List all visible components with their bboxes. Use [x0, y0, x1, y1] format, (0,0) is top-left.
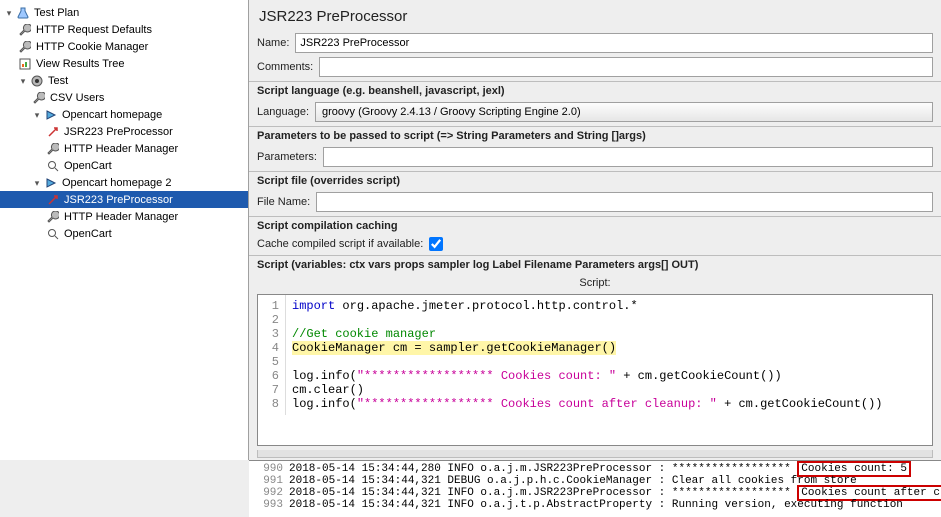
wrench-icon: [46, 142, 60, 156]
panel-title: JSR223 PreProcessor: [249, 0, 941, 31]
tree-item-homepage-1[interactable]: ▾ Opencart homepage: [0, 106, 248, 123]
tree-item-jsr223-2[interactable]: JSR223 PreProcessor: [0, 191, 248, 208]
tree-label: OpenCart: [64, 160, 112, 172]
wrench-icon: [32, 91, 46, 105]
section-language: Script language (e.g. beanshell, javascr…: [249, 81, 941, 100]
filename-input[interactable]: [316, 192, 933, 212]
tree-item-header-mgr-2[interactable]: HTTP Header Manager: [0, 208, 248, 225]
editor-heading: Script:: [249, 274, 941, 292]
filename-label: File Name:: [257, 196, 310, 208]
section-cache: Script compilation caching: [249, 216, 941, 235]
params-label: Parameters:: [257, 151, 317, 163]
tree-label: JSR223 PreProcessor: [64, 126, 173, 138]
tree-item-homepage-2[interactable]: ▾ Opencart homepage 2: [0, 174, 248, 191]
log-line: 9922018-05-14 15:34:44,321 INFO o.a.j.m.…: [255, 487, 935, 499]
tree-label: HTTP Cookie Manager: [36, 41, 148, 53]
log-panel[interactable]: 9902018-05-14 15:34:44,280 INFO o.a.j.m.…: [249, 460, 941, 517]
tree-item-csv-users[interactable]: CSV Users: [0, 89, 248, 106]
tree-label: JSR223 PreProcessor: [64, 194, 173, 206]
script-editor[interactable]: 1 2 3 4 5 6 7 8 import org.apache.jmeter…: [257, 294, 933, 446]
preprocessor-icon: [46, 193, 60, 207]
tree-item-cookie-manager[interactable]: HTTP Cookie Manager: [0, 38, 248, 55]
wrench-icon: [18, 23, 32, 37]
tree-item-view-results[interactable]: View Results Tree: [0, 55, 248, 72]
tree-root[interactable]: ▾ Test Plan: [0, 4, 248, 21]
collapse-icon[interactable]: ▾: [32, 110, 42, 120]
log-line: 9902018-05-14 15:34:44,280 INFO o.a.j.m.…: [255, 463, 935, 475]
tree-item-opencart-1[interactable]: OpenCart: [0, 157, 248, 174]
editor-gutter: 1 2 3 4 5 6 7 8: [258, 295, 286, 415]
horizontal-scrollbar[interactable]: [257, 450, 933, 458]
tree-label: Test Plan: [34, 7, 79, 19]
tree-label: HTTP Header Manager: [64, 143, 178, 155]
tree-item-http-defaults[interactable]: HTTP Request Defaults: [0, 21, 248, 38]
tree-label: HTTP Header Manager: [64, 211, 178, 223]
tree-item-opencart-2[interactable]: OpenCart: [0, 225, 248, 242]
beaker-icon: [16, 6, 30, 20]
collapse-icon[interactable]: ▾: [32, 178, 42, 188]
tree-label: Test: [48, 75, 68, 87]
tree-label: CSV Users: [50, 92, 104, 104]
preprocessor-icon: [46, 125, 60, 139]
comments-label: Comments:: [257, 61, 313, 73]
section-script: Script (variables: ctx vars props sample…: [249, 255, 941, 274]
name-label: Name:: [257, 37, 289, 49]
tree-label: Opencart homepage 2: [62, 177, 171, 189]
results-icon: [18, 57, 32, 71]
editor-code[interactable]: import org.apache.jmeter.protocol.http.c…: [286, 295, 932, 415]
tree-item-test[interactable]: ▾ Test: [0, 72, 248, 89]
tree-label: Opencart homepage: [62, 109, 162, 121]
sampler-icon: [44, 176, 58, 190]
section-params: Parameters to be passed to script (=> St…: [249, 126, 941, 145]
magnifier-icon: [46, 159, 60, 173]
wrench-icon: [46, 210, 60, 224]
thread-group-icon: [30, 74, 44, 88]
tree-label: View Results Tree: [36, 58, 124, 70]
params-input[interactable]: [323, 147, 933, 167]
wrench-icon: [18, 40, 32, 54]
language-value: groovy (Groovy 2.4.13 / Groovy Scripting…: [322, 106, 581, 118]
tree-item-jsr223-1[interactable]: JSR223 PreProcessor: [0, 123, 248, 140]
magnifier-icon: [46, 227, 60, 241]
tree-item-header-mgr-1[interactable]: HTTP Header Manager: [0, 140, 248, 157]
cache-checkbox[interactable]: [429, 237, 443, 251]
tree-label: OpenCart: [64, 228, 112, 240]
config-panel: JSR223 PreProcessor Name: Comments: Scri…: [249, 0, 941, 460]
cache-label: Cache compiled script if available:: [257, 238, 423, 250]
language-label: Language:: [257, 106, 309, 118]
collapse-icon[interactable]: ▾: [18, 76, 28, 86]
name-input[interactable]: [295, 33, 933, 53]
comments-input[interactable]: [319, 57, 933, 77]
collapse-icon[interactable]: ▾: [4, 8, 14, 18]
tree-label: HTTP Request Defaults: [36, 24, 152, 36]
log-line: 9932018-05-14 15:34:44,321 INFO o.a.j.t.…: [255, 499, 935, 511]
language-select[interactable]: groovy (Groovy 2.4.13 / Groovy Scripting…: [315, 102, 933, 122]
section-file: Script file (overrides script): [249, 171, 941, 190]
test-plan-tree[interactable]: ▾ Test Plan HTTP Request Defaults HTTP C…: [0, 0, 249, 460]
sampler-icon: [44, 108, 58, 122]
